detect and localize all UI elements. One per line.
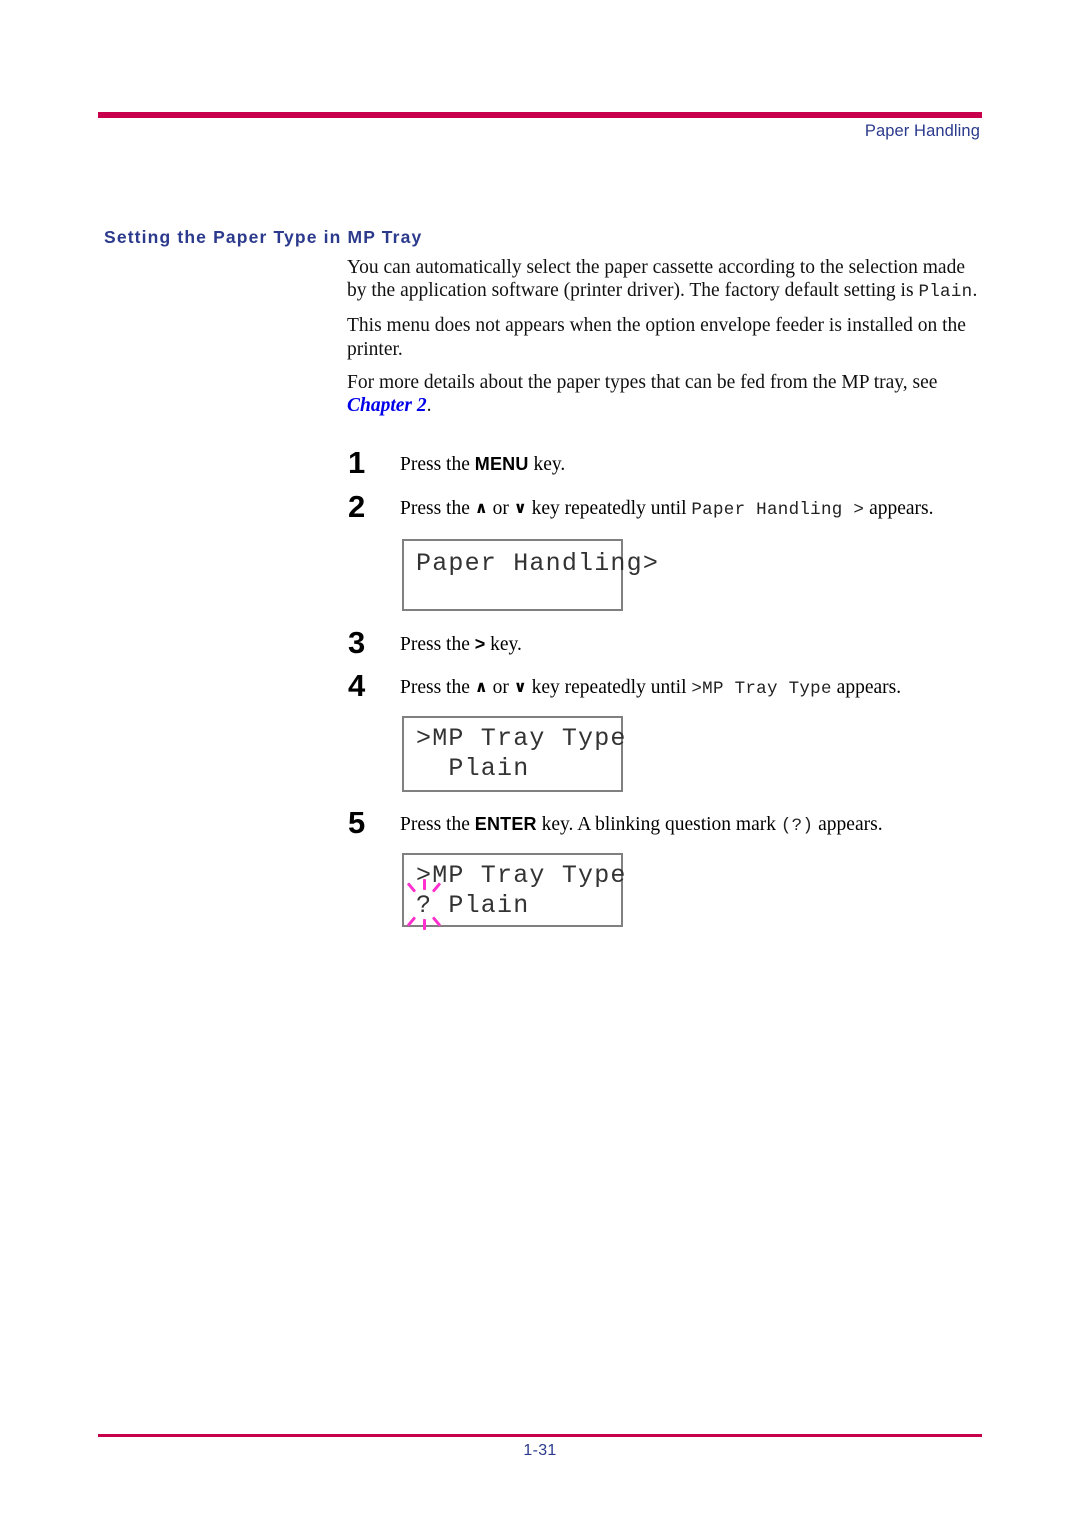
lcd-3-line-2-rest: Plain xyxy=(432,891,530,920)
step-2: 2 Press the ∧ or ∨ key repeatedly until … xyxy=(348,489,934,524)
paragraph-intro-lead: You can automatically select the paper c… xyxy=(347,257,965,302)
chapter-link[interactable]: Chapter 2 xyxy=(347,395,427,416)
step-2-text: Press the ∧ or ∨ key repeatedly until Pa… xyxy=(400,494,934,522)
step-4-before: Press the xyxy=(400,677,475,698)
step-4-after: appears. xyxy=(831,677,902,698)
inline-code-paper-handling: Paper Handling > xyxy=(691,500,865,520)
blink-ray-up-left xyxy=(406,882,417,893)
paragraph-intro: You can automatically select the paper c… xyxy=(347,256,987,304)
step-2-after: appears. xyxy=(864,498,934,519)
step-2-or: or xyxy=(487,498,514,519)
lcd-panel-mp-tray-type: >MP Tray Type Plain xyxy=(402,716,627,792)
key-right-arrow: > xyxy=(474,634,486,654)
paragraph-reference-tail: . xyxy=(426,395,432,417)
page-title: Setting the Paper Type in MP Tray xyxy=(104,227,423,247)
inline-code-question-mark: (?) xyxy=(780,816,814,836)
key-menu: MENU xyxy=(474,454,529,474)
body-column: You can automatically select the paper c… xyxy=(347,256,987,427)
lcd-panel-mp-tray-type-blinking: >MP Tray Type ? Plain xyxy=(402,853,627,930)
step-3-text: Press the > key. xyxy=(400,630,522,656)
step-2-mid: key repeatedly until xyxy=(526,498,692,519)
lcd-1-line-1: Paper Handling> xyxy=(416,549,660,578)
header-rule xyxy=(98,112,982,118)
step-2-number: 2 xyxy=(348,489,365,524)
step-4-mid: key repeatedly until xyxy=(526,677,692,698)
chevron-up-icon: ∧ xyxy=(474,498,488,517)
key-enter: ENTER xyxy=(474,814,537,834)
step-1: 1 Press the MENU key. xyxy=(348,445,565,480)
lcd-2-line-1: >MP Tray Type xyxy=(416,724,627,753)
step-5: 5 Press the ENTER key. A blinking questi… xyxy=(348,805,883,840)
step-3-number: 3 xyxy=(348,625,365,660)
step-5-before: Press the xyxy=(400,814,475,835)
step-1-text: Press the MENU key. xyxy=(400,450,565,476)
lcd-panel-paper-handling: Paper Handling> xyxy=(402,539,660,611)
inline-code-plain: Plain xyxy=(918,282,973,303)
paragraph-reference: For more details about the paper types t… xyxy=(347,371,987,417)
step-3-after: key. xyxy=(485,634,522,655)
running-head: Paper Handling xyxy=(864,122,980,140)
blink-cursor-glyph: ? xyxy=(416,891,433,920)
step-5-text: Press the ENTER key. A blinking question… xyxy=(400,810,883,838)
paragraph-note-text: This menu does not appears when the opti… xyxy=(347,315,966,360)
paragraph-reference-lead: For more details about the paper types t… xyxy=(347,371,938,393)
lcd-3-line-1: >MP Tray Type xyxy=(416,861,627,890)
chevron-up-icon: ∧ xyxy=(474,677,488,696)
paragraph-note: This menu does not appears when the opti… xyxy=(347,314,987,360)
blinking-cursor: ? xyxy=(406,879,442,930)
step-1-number: 1 xyxy=(348,445,365,480)
inline-code-mp-tray-type: >MP Tray Type xyxy=(691,679,832,699)
step-1-before: Press the xyxy=(400,454,475,475)
step-4-number: 4 xyxy=(348,668,365,703)
step-3-before: Press the xyxy=(400,634,475,655)
chevron-down-icon: ∨ xyxy=(513,677,527,696)
footer-rule xyxy=(98,1434,982,1437)
step-5-number: 5 xyxy=(348,805,365,840)
step-5-after: appears. xyxy=(813,814,883,835)
page-number: 1-31 xyxy=(523,1442,557,1459)
chevron-down-icon: ∨ xyxy=(513,498,527,517)
step-1-after: key. xyxy=(528,454,566,475)
blink-ray-down-left xyxy=(406,916,417,927)
step-4-or: or xyxy=(487,677,514,698)
step-4-text: Press the ∧ or ∨ key repeatedly until >M… xyxy=(400,673,901,701)
step-3: 3 Press the > key. xyxy=(348,625,522,660)
step-2-before: Press the xyxy=(400,498,475,519)
manual-page: Paper Handling Setting the Paper Type in… xyxy=(0,0,1080,1528)
paragraph-intro-tail: . xyxy=(972,280,978,302)
step-5-mid: key. A blinking question mark xyxy=(536,814,781,835)
blink-ray-up xyxy=(423,879,426,890)
lcd-3-line-2: ? Plain xyxy=(406,879,621,930)
blink-ray-down xyxy=(423,919,426,930)
step-4: 4 Press the ∧ or ∨ key repeatedly until … xyxy=(348,668,901,703)
lcd-2-line-2: Plain xyxy=(416,754,530,783)
